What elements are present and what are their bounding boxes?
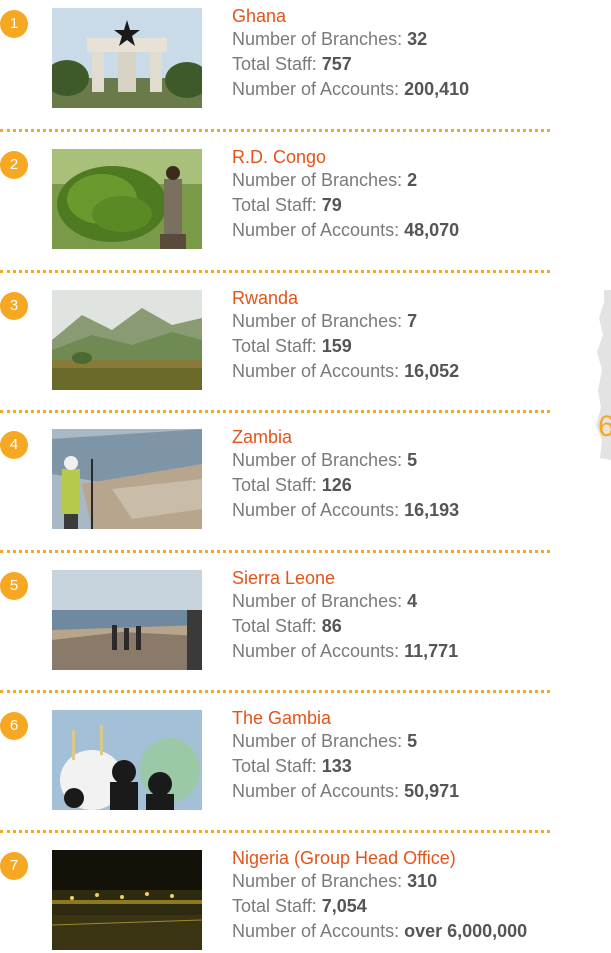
country-info: Nigeria (Group Head Office) Number of Br… bbox=[232, 848, 611, 944]
accounts-line: Number of Accounts: 16,193 bbox=[232, 500, 460, 520]
branches-line: Number of Branches: 7 bbox=[232, 311, 418, 331]
dotted-divider bbox=[0, 410, 550, 413]
accounts-line: Number of Accounts: 50,971 bbox=[232, 781, 460, 801]
country-info: Rwanda Number of Branches: 7 Total Staff… bbox=[232, 288, 611, 384]
list-item: 7 Nigeria (Group Head Office) Number of … bbox=[0, 842, 611, 952]
country-name: R.D. Congo bbox=[232, 147, 327, 167]
country-info: Sierra Leone Number of Branches: 4 Total… bbox=[232, 568, 611, 664]
country-photo bbox=[52, 429, 202, 529]
accounts-line: Number of Accounts: 200,410 bbox=[232, 79, 470, 99]
branches-value: 7 bbox=[407, 311, 418, 331]
number-badge: 1 bbox=[0, 10, 28, 38]
accounts-value: 16,193 bbox=[404, 500, 460, 520]
accounts-value: 48,070 bbox=[404, 220, 460, 240]
country-photo bbox=[52, 570, 202, 670]
branches-line: Number of Branches: 310 bbox=[232, 871, 438, 891]
accounts-line: Number of Accounts: 11,771 bbox=[232, 641, 459, 661]
branches-line: Number of Branches: 32 bbox=[232, 29, 428, 49]
branches-line: Number of Branches: 5 bbox=[232, 450, 418, 470]
staff-line: Total Staff: 159 bbox=[232, 336, 352, 356]
country-name: Ghana bbox=[232, 6, 287, 26]
list-item: 4 Zambia Number of Branches: 5 Total Sta… bbox=[0, 421, 611, 531]
dotted-divider bbox=[0, 270, 550, 273]
branches-value: 4 bbox=[407, 591, 418, 611]
country-name: Zambia bbox=[232, 427, 293, 447]
staff-line: Total Staff: 126 bbox=[232, 475, 352, 495]
country-name: The Gambia bbox=[232, 708, 332, 728]
list-item: 3 Rwanda Number of Branches: 7 Total Sta… bbox=[0, 282, 611, 392]
country-photo bbox=[52, 710, 202, 810]
staff-value: 133 bbox=[321, 756, 352, 776]
staff-value: 757 bbox=[321, 54, 352, 74]
staff-line: Total Staff: 133 bbox=[232, 756, 352, 776]
accounts-value: 11,771 bbox=[404, 641, 459, 661]
country-photo bbox=[52, 850, 202, 950]
dotted-divider bbox=[0, 550, 550, 553]
staff-value: 159 bbox=[321, 336, 352, 356]
accounts-value: 50,971 bbox=[404, 781, 460, 801]
list-item: 6 The Gambia Number of Branches: 5 Total… bbox=[0, 702, 611, 812]
accounts-value: 16,052 bbox=[404, 361, 460, 381]
dotted-divider bbox=[0, 690, 550, 693]
accounts-value: 200,410 bbox=[404, 79, 470, 99]
dotted-divider bbox=[0, 129, 550, 132]
country-photo bbox=[52, 149, 202, 249]
number-badge: 4 bbox=[0, 431, 28, 459]
list-item: 2 R.D. Congo Number of Branches: 2 Total… bbox=[0, 141, 611, 251]
country-photo bbox=[52, 290, 202, 390]
country-info: Ghana Number of Branches: 32 Total Staff… bbox=[232, 6, 611, 102]
staff-value: 7,054 bbox=[321, 896, 367, 916]
list-item: 1 Ghana Number of Branches: 32 Total Sta… bbox=[0, 0, 611, 110]
accounts-line: Number of Accounts: 16,052 bbox=[232, 361, 460, 381]
country-info: The Gambia Number of Branches: 5 Total S… bbox=[232, 708, 611, 804]
branches-value: 5 bbox=[407, 450, 418, 470]
country-name: Sierra Leone bbox=[232, 568, 336, 588]
number-badge: 6 bbox=[0, 712, 28, 740]
branches-line: Number of Branches: 5 bbox=[232, 731, 418, 751]
number-badge: 7 bbox=[0, 852, 28, 880]
staff-line: Total Staff: 7,054 bbox=[232, 896, 367, 916]
accounts-value: over 6,000,000 bbox=[404, 921, 528, 941]
number-badge: 3 bbox=[0, 292, 28, 320]
country-photo bbox=[52, 8, 202, 108]
country-info: R.D. Congo Number of Branches: 2 Total S… bbox=[232, 147, 611, 243]
branches-line: Number of Branches: 4 bbox=[232, 591, 418, 611]
staff-line: Total Staff: 79 bbox=[232, 195, 342, 215]
country-name: Nigeria (Group Head Office) bbox=[232, 848, 456, 868]
country-name: Rwanda bbox=[232, 288, 299, 308]
branches-value: 5 bbox=[407, 731, 418, 751]
branches-value: 310 bbox=[407, 871, 438, 891]
dotted-divider bbox=[0, 830, 550, 833]
branches-value: 2 bbox=[407, 170, 418, 190]
accounts-line: Number of Accounts: 48,070 bbox=[232, 220, 460, 240]
staff-line: Total Staff: 86 bbox=[232, 616, 342, 636]
staff-value: 126 bbox=[321, 475, 352, 495]
country-info: Zambia Number of Branches: 5 Total Staff… bbox=[232, 427, 611, 523]
list-item: 5 Sierra Leone Number of Branches: 4 Tot… bbox=[0, 562, 611, 672]
accounts-line: Number of Accounts: over 6,000,000 bbox=[232, 921, 528, 941]
branches-value: 32 bbox=[407, 29, 428, 49]
staff-line: Total Staff: 757 bbox=[232, 54, 352, 74]
staff-value: 86 bbox=[321, 616, 342, 636]
staff-value: 79 bbox=[321, 195, 342, 215]
map-number-label: 6 bbox=[598, 410, 611, 443]
number-badge: 2 bbox=[0, 151, 28, 179]
number-badge: 5 bbox=[0, 572, 28, 600]
branches-line: Number of Branches: 2 bbox=[232, 170, 418, 190]
